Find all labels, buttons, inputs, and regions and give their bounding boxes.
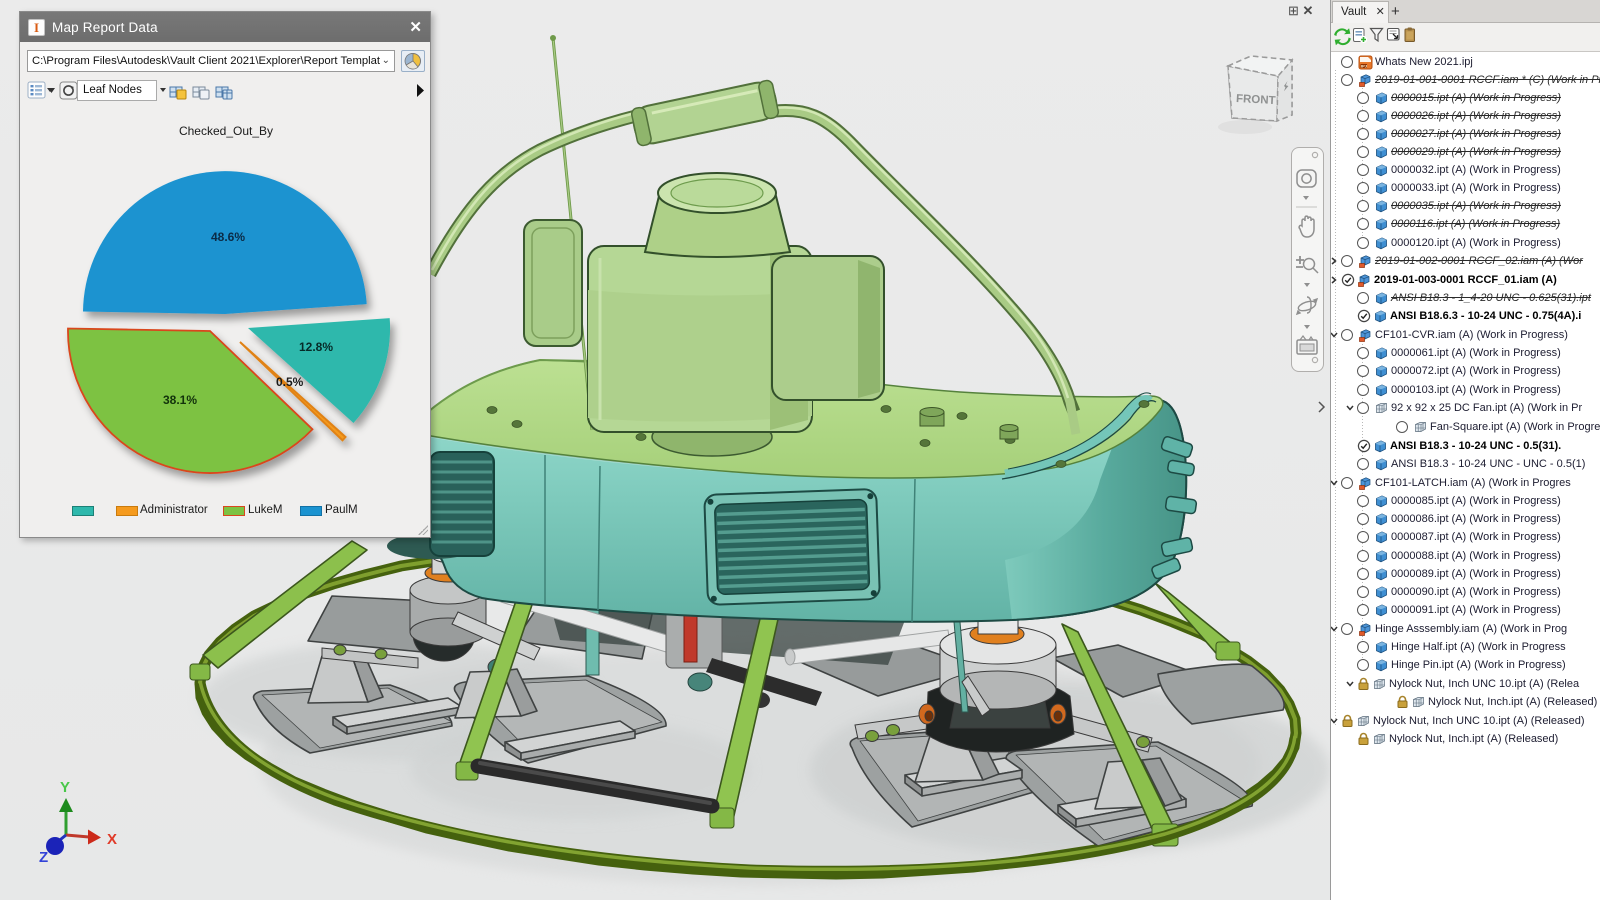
svg-text:X: X <box>107 831 117 848</box>
svg-text:12.8%: 12.8% <box>299 340 333 354</box>
svg-text:FRONT: FRONT <box>1236 93 1276 107</box>
svg-text:48.6%: 48.6% <box>211 230 245 244</box>
svg-text:38.1%: 38.1% <box>163 393 197 407</box>
svg-text:Z: Z <box>39 849 48 866</box>
svg-text:Y: Y <box>60 779 70 796</box>
svg-text:0.5%: 0.5% <box>276 375 304 389</box>
